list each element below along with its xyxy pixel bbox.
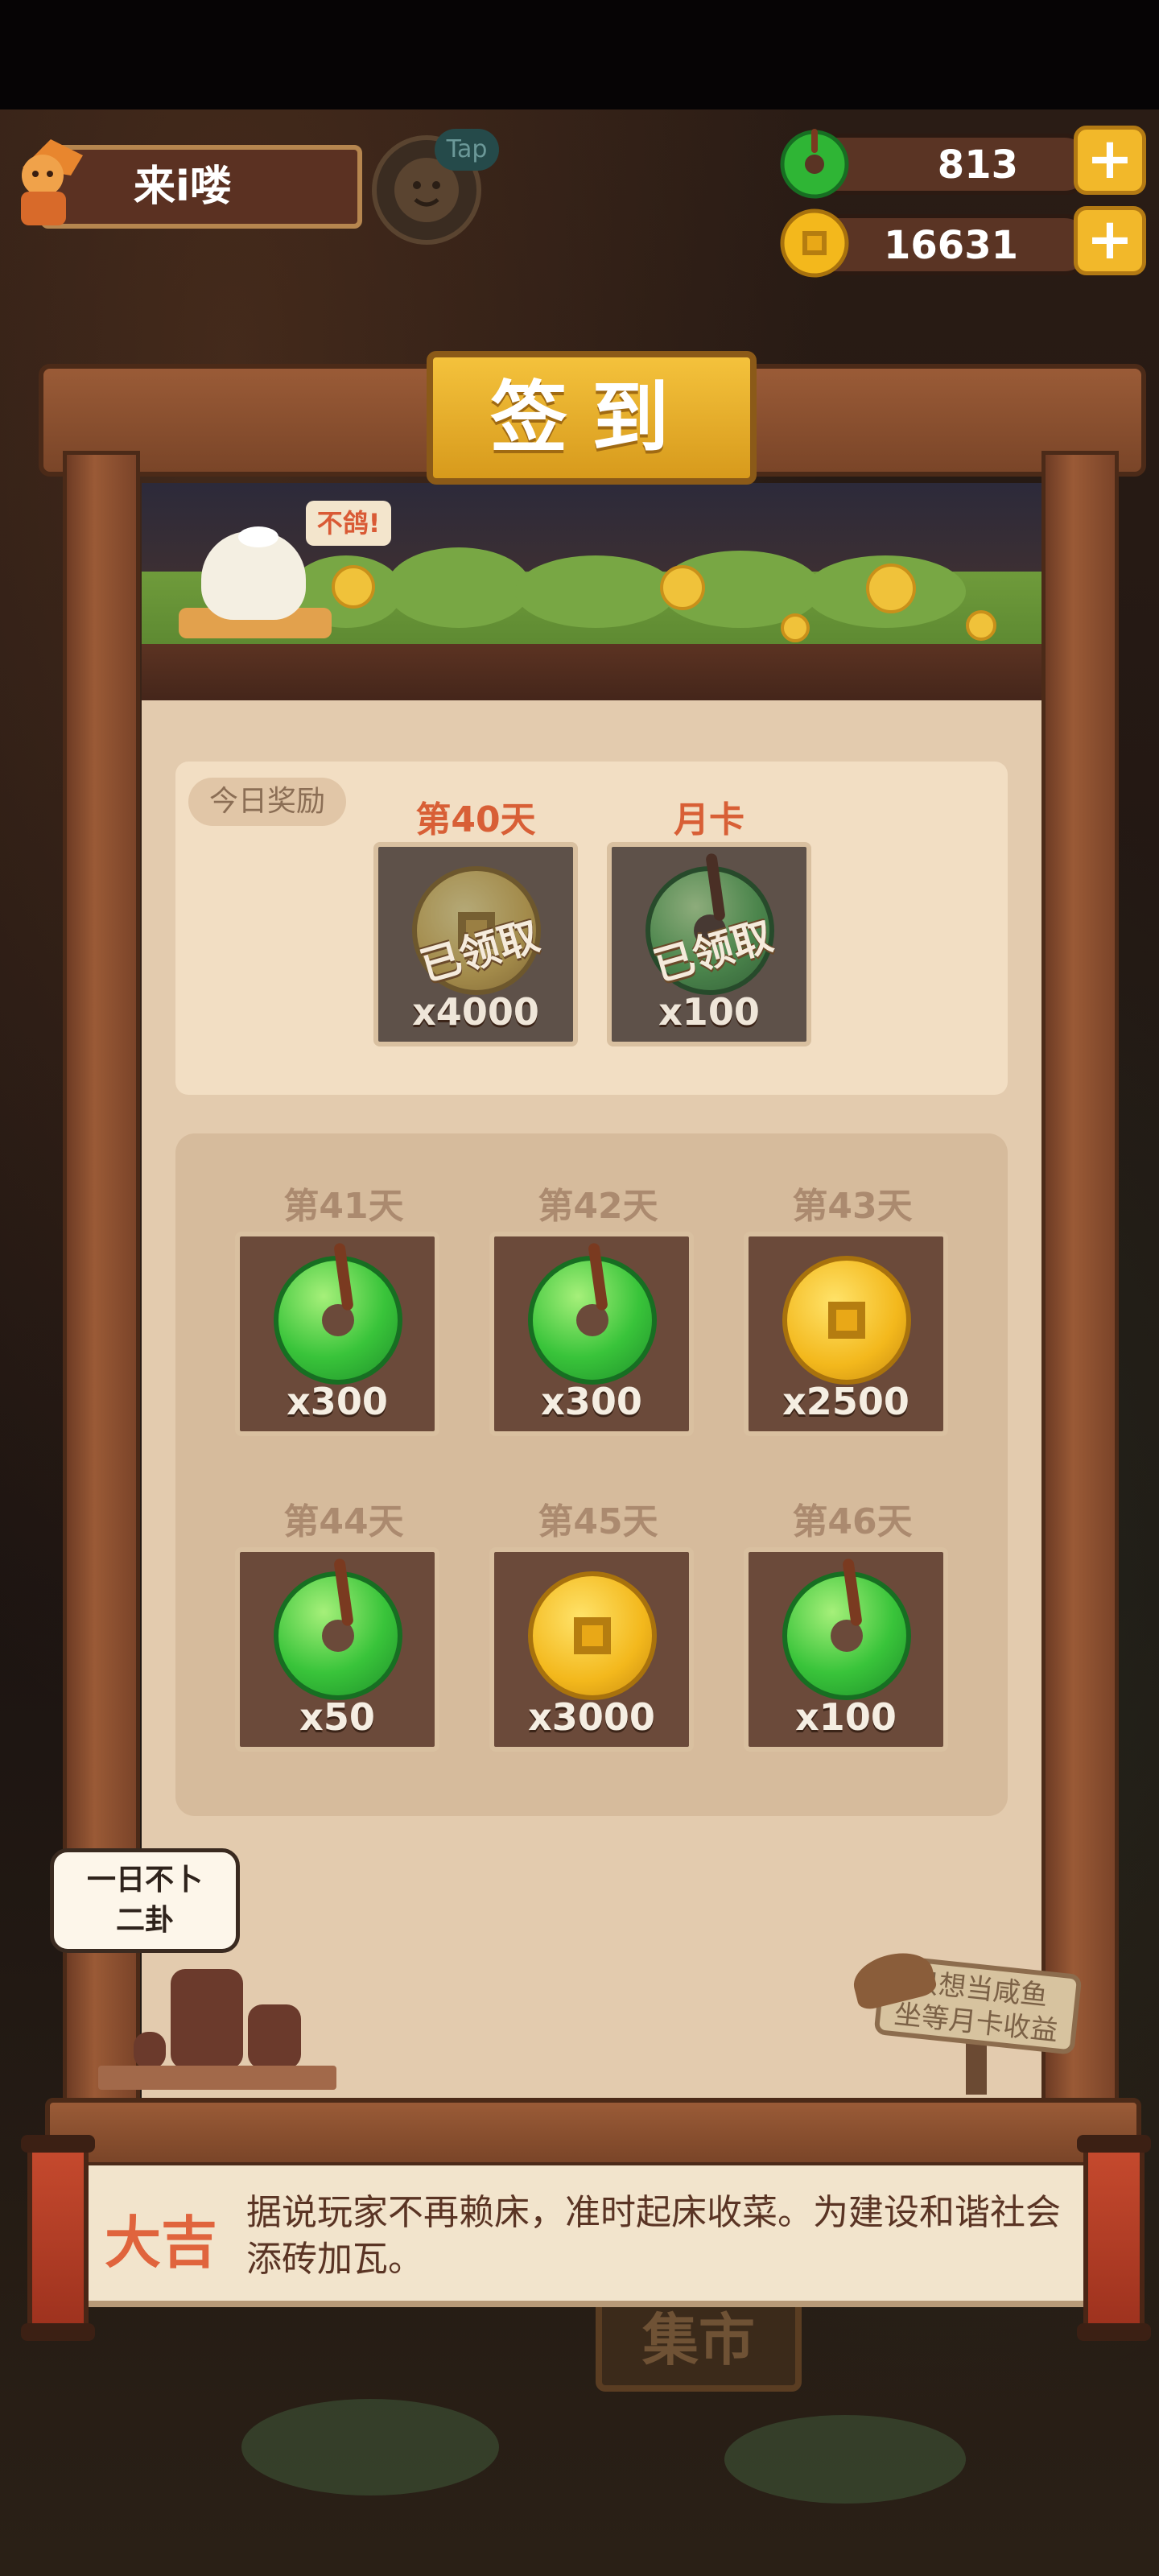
add-coin-button[interactable]: + (1074, 206, 1146, 275)
right-pillar (1041, 451, 1119, 2125)
monthly-card-tile[interactable]: 已领取 x100 (607, 842, 811, 1046)
day-title: 第43天 (792, 1186, 913, 1227)
scroll-right-roll (1083, 2141, 1145, 2331)
reward-tile-day41[interactable]: x300 (235, 1232, 439, 1436)
reward-tile-day42[interactable]: x300 (489, 1232, 694, 1436)
jade-icon (274, 1558, 402, 1700)
flower-icon (660, 565, 705, 610)
board-bottom-beam (45, 2098, 1141, 2167)
chicken-speech: 不鸽! (306, 501, 391, 546)
reward-quantity: x300 (541, 1380, 642, 1423)
reward-tile-day45[interactable]: x3000 (489, 1547, 694, 1752)
reward-quantity: x3000 (528, 1695, 655, 1739)
jade-icon (528, 1242, 657, 1385)
fortune-label: 大吉 (105, 2210, 217, 2276)
jade-amount: 813 (937, 142, 1018, 188)
cup-icon (134, 2032, 166, 2069)
monthly-card-title: 月卡 (674, 799, 744, 840)
day-title: 第46天 (792, 1501, 913, 1542)
status-bar (0, 0, 1159, 109)
board-title: 签到 (427, 351, 757, 485)
reward-quantity: x300 (287, 1380, 388, 1423)
reward-tile-day43[interactable]: x2500 (744, 1232, 948, 1436)
jade-icon (780, 129, 849, 199)
reward-quantity: x50 (299, 1695, 375, 1739)
scroll-cap (21, 2135, 95, 2153)
flower-icon (781, 613, 810, 642)
reward-quantity: x2500 (782, 1380, 909, 1423)
flower-icon (866, 564, 916, 613)
lily-pad (241, 2399, 499, 2496)
reward-quantity: x100 (795, 1695, 897, 1739)
wine-jar-icon (171, 1969, 243, 2069)
speech-line-2: 二卦 (115, 1904, 174, 1937)
tap-badge[interactable]: Tap (435, 129, 499, 171)
reward-tile-day46[interactable]: x100 (744, 1547, 948, 1752)
scroll-cap (1077, 2323, 1151, 2341)
speech-line-1: 一日不卜 (86, 1864, 203, 1897)
today-reward-tile[interactable]: 已领取 x4000 (373, 842, 578, 1046)
day-title: 第41天 (283, 1186, 404, 1227)
add-jade-button[interactable]: + (1074, 126, 1146, 195)
day-title: 第44天 (283, 1501, 404, 1542)
flower-icon (332, 565, 375, 609)
player-name-plate[interactable]: 来i喽 (40, 145, 362, 229)
day-title: 第45天 (538, 1501, 658, 1542)
day-title: 第42天 (538, 1186, 658, 1227)
lily-pad (724, 2415, 966, 2504)
reward-quantity: x4000 (412, 990, 539, 1034)
hedge (386, 547, 531, 628)
scroll-left-roll (27, 2141, 89, 2331)
coin-amount: 16631 (884, 223, 1018, 268)
hedge (515, 555, 676, 628)
fortune-text: 据说玩家不再赖床，准时起床收菜。为建设和谐社会添砖加瓦。 (246, 2192, 1061, 2280)
fortune-teller-speech[interactable]: 一日不卜 二卦 (50, 1848, 240, 1953)
flower-icon (966, 610, 996, 641)
today-day-title: 第40天 (415, 799, 536, 840)
player-name: 来i喽 (134, 163, 232, 211)
reward-quantity: x100 (658, 990, 760, 1034)
jar-icon (248, 2004, 301, 2069)
scroll-cap (21, 2323, 95, 2341)
coin-icon (782, 1256, 911, 1385)
coin-icon (528, 1571, 657, 1700)
jade-icon (274, 1242, 402, 1385)
player-avatar-icon[interactable] (6, 135, 87, 230)
today-rewards-tag: 今日奖励 (188, 778, 346, 826)
coin-icon (780, 208, 849, 278)
chicken-hat-icon (238, 526, 278, 547)
scroll-cap (1077, 2135, 1151, 2153)
shelf (98, 2066, 336, 2090)
carved-beam (142, 644, 1041, 707)
reward-tile-day44[interactable]: x50 (235, 1547, 439, 1752)
jade-icon (782, 1558, 911, 1700)
